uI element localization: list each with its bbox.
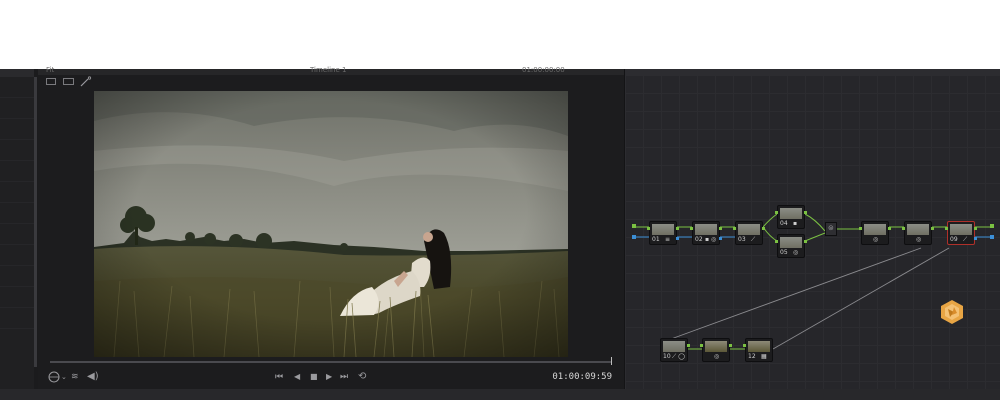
- layers-icon[interactable]: ≋: [71, 369, 79, 385]
- node-04[interactable]: 04 ▪: [775, 205, 807, 229]
- node-number: 04: [780, 220, 788, 227]
- node-10[interactable]: 10 ⟋ ◯: [660, 338, 690, 362]
- node-09-selected[interactable]: 09 ⟋: [945, 221, 977, 245]
- node-thumbnail: [695, 224, 717, 235]
- node-thumbnail: [780, 208, 802, 219]
- go-to-end-icon[interactable]: ⏭: [340, 369, 348, 385]
- node-thumbnail: [748, 341, 770, 352]
- node-number: 09: [950, 236, 958, 243]
- node-number: 10: [663, 353, 671, 360]
- split-view-icon[interactable]: [63, 78, 74, 85]
- output-port[interactable]: [990, 224, 994, 228]
- node-tool-icon: ⟋ ◯: [672, 353, 685, 360]
- node-thumbnail: [907, 224, 929, 235]
- node-tool-icon: ◎: [714, 353, 720, 360]
- transport-controls: ⌄ ≋ ◀) ⏮ ◀ ■ ▶ ⏭ ⟲ 01:00:09:59: [38, 369, 624, 385]
- left-panel: [0, 69, 34, 400]
- node-editor[interactable]: 01 ≡ 02 ▪ ◎ 03 ⟋ 04 ▪ 05 ◎ ⊜ ◎ ◎ 09 ⟋ 10…: [624, 69, 1000, 389]
- viewer-toolbar: [38, 75, 624, 89]
- node-01[interactable]: 01 ≡: [647, 221, 679, 245]
- node-tool-icon: ◎: [916, 236, 922, 243]
- playhead[interactable]: [611, 357, 612, 365]
- stop-icon[interactable]: ■: [310, 369, 318, 385]
- node-11[interactable]: ◎: [700, 338, 732, 362]
- play-icon[interactable]: ▶: [326, 369, 332, 385]
- zoom-label[interactable]: Fit: [46, 66, 54, 74]
- reverse-play-icon[interactable]: ◀: [294, 369, 300, 385]
- single-view-icon[interactable]: [46, 78, 56, 85]
- node-thumbnail: [652, 224, 674, 235]
- node-thumbnail: [950, 224, 972, 235]
- speaker-icon[interactable]: ◀): [87, 369, 99, 385]
- timeline-scrubber[interactable]: [50, 361, 612, 363]
- node-08[interactable]: ◎: [902, 221, 934, 245]
- node-number: 05: [780, 249, 788, 256]
- timecode-display: 01:00:09:59: [552, 372, 612, 382]
- viewer-panel: Fit Timeline 1 01:00:00:00 ⌄ ≋ ◀) ⏮ ◀ ■ …: [38, 66, 624, 389]
- node-number: 03: [738, 236, 746, 243]
- node-thumbnail: [705, 341, 727, 352]
- output-key-port[interactable]: [990, 235, 994, 239]
- node-tool-icon: ≡: [665, 236, 671, 243]
- node-thumbnail: [780, 237, 802, 248]
- timeline-name[interactable]: Timeline 1: [310, 66, 346, 74]
- node-03[interactable]: 03 ⟋: [733, 221, 765, 245]
- magic-wand-icon[interactable]: [80, 76, 92, 87]
- node-05[interactable]: 05 ◎: [775, 234, 807, 258]
- source-input-port[interactable]: [632, 224, 636, 228]
- node-thumbnail: [738, 224, 760, 235]
- node-thumbnail: [663, 341, 685, 352]
- davinci-resolve-logo: [941, 300, 963, 324]
- app-window: Fit Timeline 1 01:00:00:00 ⌄ ≋ ◀) ⏮ ◀ ■ …: [0, 66, 1000, 400]
- bottom-bar: [0, 389, 1000, 400]
- node-number: 02: [695, 236, 703, 243]
- node-tool-icon: ◎: [873, 236, 879, 243]
- node-thumbnail: [864, 224, 886, 235]
- go-to-start-icon[interactable]: ⏮: [275, 369, 283, 385]
- node-tool-icon: ⟋: [751, 236, 756, 243]
- node-tool-icon: ⟋: [963, 236, 968, 243]
- node-number: 01: [652, 236, 660, 243]
- source-key-port[interactable]: [632, 235, 636, 239]
- parallel-mixer[interactable]: ⊜: [825, 222, 837, 236]
- left-panel-scrollbar[interactable]: [34, 77, 37, 367]
- video-frame[interactable]: [94, 91, 568, 357]
- node-tool-icon: ◎: [793, 249, 799, 256]
- node-02[interactable]: 02 ▪ ◎: [690, 221, 722, 245]
- node-tool-icon: ▦: [761, 353, 767, 360]
- node-tool-icon: ▪ ◎: [705, 236, 717, 243]
- node-tool-icon: ▪: [793, 220, 798, 227]
- node-number: 12: [748, 353, 756, 360]
- node-12[interactable]: 12 ▦: [743, 338, 773, 362]
- loop-icon[interactable]: ⟲: [358, 369, 366, 385]
- node-07[interactable]: ◎: [859, 221, 891, 245]
- chevron-down-icon[interactable]: ⌄: [61, 369, 67, 385]
- viewer-options-icon[interactable]: [48, 371, 60, 383]
- header-timecode: 01:00:00:00: [522, 66, 565, 74]
